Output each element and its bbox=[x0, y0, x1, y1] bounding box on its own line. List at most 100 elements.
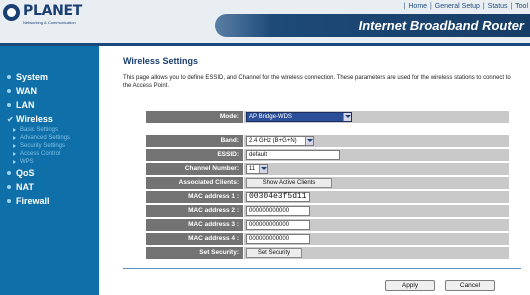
chevron-down-icon bbox=[305, 137, 313, 145]
mac-address-1-value-cell: 00304e3f5d11 bbox=[243, 191, 509, 203]
bullet-icon bbox=[7, 185, 11, 189]
sidebar-item-firewall[interactable]: Firewall bbox=[0, 194, 99, 208]
mac-address-1-label: MAC address 1 : bbox=[146, 191, 243, 203]
sidebar-item-label: WAN bbox=[16, 86, 37, 96]
mac-address-4-row: MAC address 4 : 000000000000 bbox=[146, 233, 509, 245]
sidebar-item-wireless[interactable]: ✔ Wireless bbox=[0, 112, 99, 126]
sidebar-subitem-security-settings[interactable]: Security Settings bbox=[0, 142, 99, 150]
checkmark-icon: ✔ bbox=[7, 114, 14, 124]
set-security-label: Set Security: bbox=[146, 247, 243, 259]
band-row: Band: 2.4 GHz (B+G+N) bbox=[146, 135, 509, 147]
band-value-cell: 2.4 GHz (B+G+N) bbox=[243, 135, 509, 147]
sidebar-item-label: LAN bbox=[16, 100, 35, 110]
channel-value-cell: 11 bbox=[243, 163, 509, 175]
router-admin-page: PLANET Networking & Communication | Home… bbox=[0, 0, 530, 295]
mac-address-2-row: MAC address 2 : 000000000000 bbox=[146, 205, 509, 217]
mac-address-4-input[interactable]: 000000000000 bbox=[246, 234, 310, 244]
topnav-home-link[interactable]: Home bbox=[408, 3, 427, 10]
top-nav: | Home | General Setup | Status | Tool bbox=[403, 3, 528, 10]
triangle-right-icon bbox=[13, 128, 16, 132]
channel-select-value: 11 bbox=[249, 166, 256, 172]
bullet-icon bbox=[7, 199, 11, 203]
sidebar-item-nat[interactable]: NAT bbox=[0, 180, 99, 194]
topnav-tool-link[interactable]: Tool bbox=[515, 3, 528, 10]
essid-value-cell: default bbox=[243, 149, 509, 161]
page-title: Wireless Settings bbox=[123, 56, 198, 66]
sidebar-item-wan[interactable]: WAN bbox=[0, 84, 99, 98]
essid-row: ESSID: default bbox=[146, 149, 509, 161]
mac-address-1-input[interactable]: 00304e3f5d11 bbox=[246, 192, 310, 202]
mac-address-2-input[interactable]: 000000000000 bbox=[246, 206, 310, 216]
mac-address-1-row: MAC address 1 : 00304e3f5d11 bbox=[146, 191, 509, 203]
bullet-icon bbox=[7, 89, 11, 93]
mac-address-3-input[interactable]: 000000000000 bbox=[246, 220, 310, 230]
set-security-row: Set Security: Set Security bbox=[146, 247, 509, 259]
band-label: Band: bbox=[146, 135, 243, 147]
sidebar-subitem-label: WPS bbox=[20, 159, 34, 165]
essid-input[interactable]: default bbox=[246, 150, 340, 160]
bullet-icon bbox=[7, 171, 11, 175]
chevron-down-icon bbox=[259, 165, 267, 173]
brand-logo: PLANET Networking & Communication bbox=[3, 3, 103, 30]
mac-address-3-label: MAC address 3 : bbox=[146, 219, 243, 231]
mac-address-3-value-cell: 000000000000 bbox=[243, 219, 509, 231]
sidebar-subitem-access-control[interactable]: Access Control bbox=[0, 150, 99, 158]
apply-button[interactable]: Apply bbox=[385, 280, 435, 291]
sidebar-subitem-basic-settings[interactable]: Basic Settings bbox=[0, 126, 99, 134]
mode-select[interactable]: AP Bridge-WDS bbox=[246, 112, 352, 122]
product-title: Internet Broadband Router bbox=[358, 18, 524, 33]
mac-address-3-row: MAC address 3 : 000000000000 bbox=[146, 219, 509, 231]
channel-label: Channel Number: bbox=[146, 163, 243, 175]
brand-tagline: Networking & Communication bbox=[23, 20, 76, 25]
mac-address-4-value-cell: 000000000000 bbox=[243, 233, 509, 245]
band-select-value: 2.4 GHz (B+G+N) bbox=[249, 138, 297, 144]
chevron-down-icon bbox=[343, 113, 351, 121]
brand-name: PLANET bbox=[23, 3, 83, 19]
cancel-button[interactable]: Cancel bbox=[445, 280, 495, 291]
show-active-clients-button[interactable]: Show Active Clients bbox=[246, 178, 332, 188]
topnav-general-setup-link[interactable]: General Setup bbox=[435, 3, 480, 10]
sidebar-subitem-wps[interactable]: WPS bbox=[0, 158, 99, 166]
triangle-right-icon bbox=[13, 152, 16, 156]
set-security-value-cell: Set Security bbox=[243, 247, 509, 259]
sidebar: System WAN LAN ✔ Wireless Basic Settings… bbox=[0, 46, 99, 295]
set-security-button[interactable]: Set Security bbox=[246, 248, 302, 258]
channel-select[interactable]: 11 bbox=[246, 164, 268, 174]
topnav-status-link[interactable]: Status bbox=[488, 3, 508, 10]
associated-clients-row: Associated Clients: Show Active Clients bbox=[146, 177, 509, 189]
product-title-bar: Internet Broadband Router bbox=[215, 14, 530, 37]
triangle-right-icon bbox=[13, 136, 16, 140]
sidebar-item-system[interactable]: System bbox=[0, 70, 99, 84]
essid-label: ESSID: bbox=[146, 149, 243, 161]
logo-mark-icon bbox=[3, 4, 20, 21]
page-description: This page allows you to define ESSID, an… bbox=[123, 75, 511, 89]
band-select[interactable]: 2.4 GHz (B+G+N) bbox=[246, 136, 314, 146]
sidebar-item-label: System bbox=[16, 72, 49, 82]
mode-select-value: AP Bridge-WDS bbox=[249, 114, 292, 120]
footer-divider bbox=[123, 268, 521, 269]
bullet-icon bbox=[7, 75, 11, 79]
triangle-right-icon bbox=[13, 160, 16, 164]
channel-row: Channel Number: 11 bbox=[146, 163, 509, 175]
sidebar-item-label: Wireless bbox=[16, 114, 53, 124]
sidebar-item-lan[interactable]: LAN bbox=[0, 98, 99, 112]
mac-address-2-value-cell: 000000000000 bbox=[243, 205, 509, 217]
header: PLANET Networking & Communication | Home… bbox=[0, 0, 530, 43]
associated-clients-label: Associated Clients: bbox=[146, 177, 243, 189]
main-content: Wireless Settings This page allows you t… bbox=[99, 46, 530, 295]
mac-address-4-label: MAC address 4 : bbox=[146, 233, 243, 245]
mode-row: Mode: AP Bridge-WDS bbox=[146, 111, 509, 123]
sidebar-subitem-label: Basic Settings bbox=[20, 127, 59, 133]
bullet-icon bbox=[7, 103, 11, 107]
sidebar-item-label: NAT bbox=[16, 182, 34, 192]
sidebar-item-qos[interactable]: QoS bbox=[0, 166, 99, 180]
sidebar-subitem-advanced-settings[interactable]: Advanced Settings bbox=[0, 134, 99, 142]
mode-value-cell: AP Bridge-WDS bbox=[243, 111, 509, 123]
associated-clients-value-cell: Show Active Clients bbox=[243, 177, 509, 189]
sidebar-subitem-label: Access Control bbox=[20, 151, 61, 157]
sidebar-item-label: QoS bbox=[16, 168, 35, 178]
sidebar-subitem-label: Advanced Settings bbox=[20, 135, 71, 141]
sidebar-item-label: Firewall bbox=[16, 196, 50, 206]
sidebar-nav: System WAN LAN ✔ Wireless Basic Settings… bbox=[0, 70, 99, 208]
mac-address-2-label: MAC address 2 : bbox=[146, 205, 243, 217]
